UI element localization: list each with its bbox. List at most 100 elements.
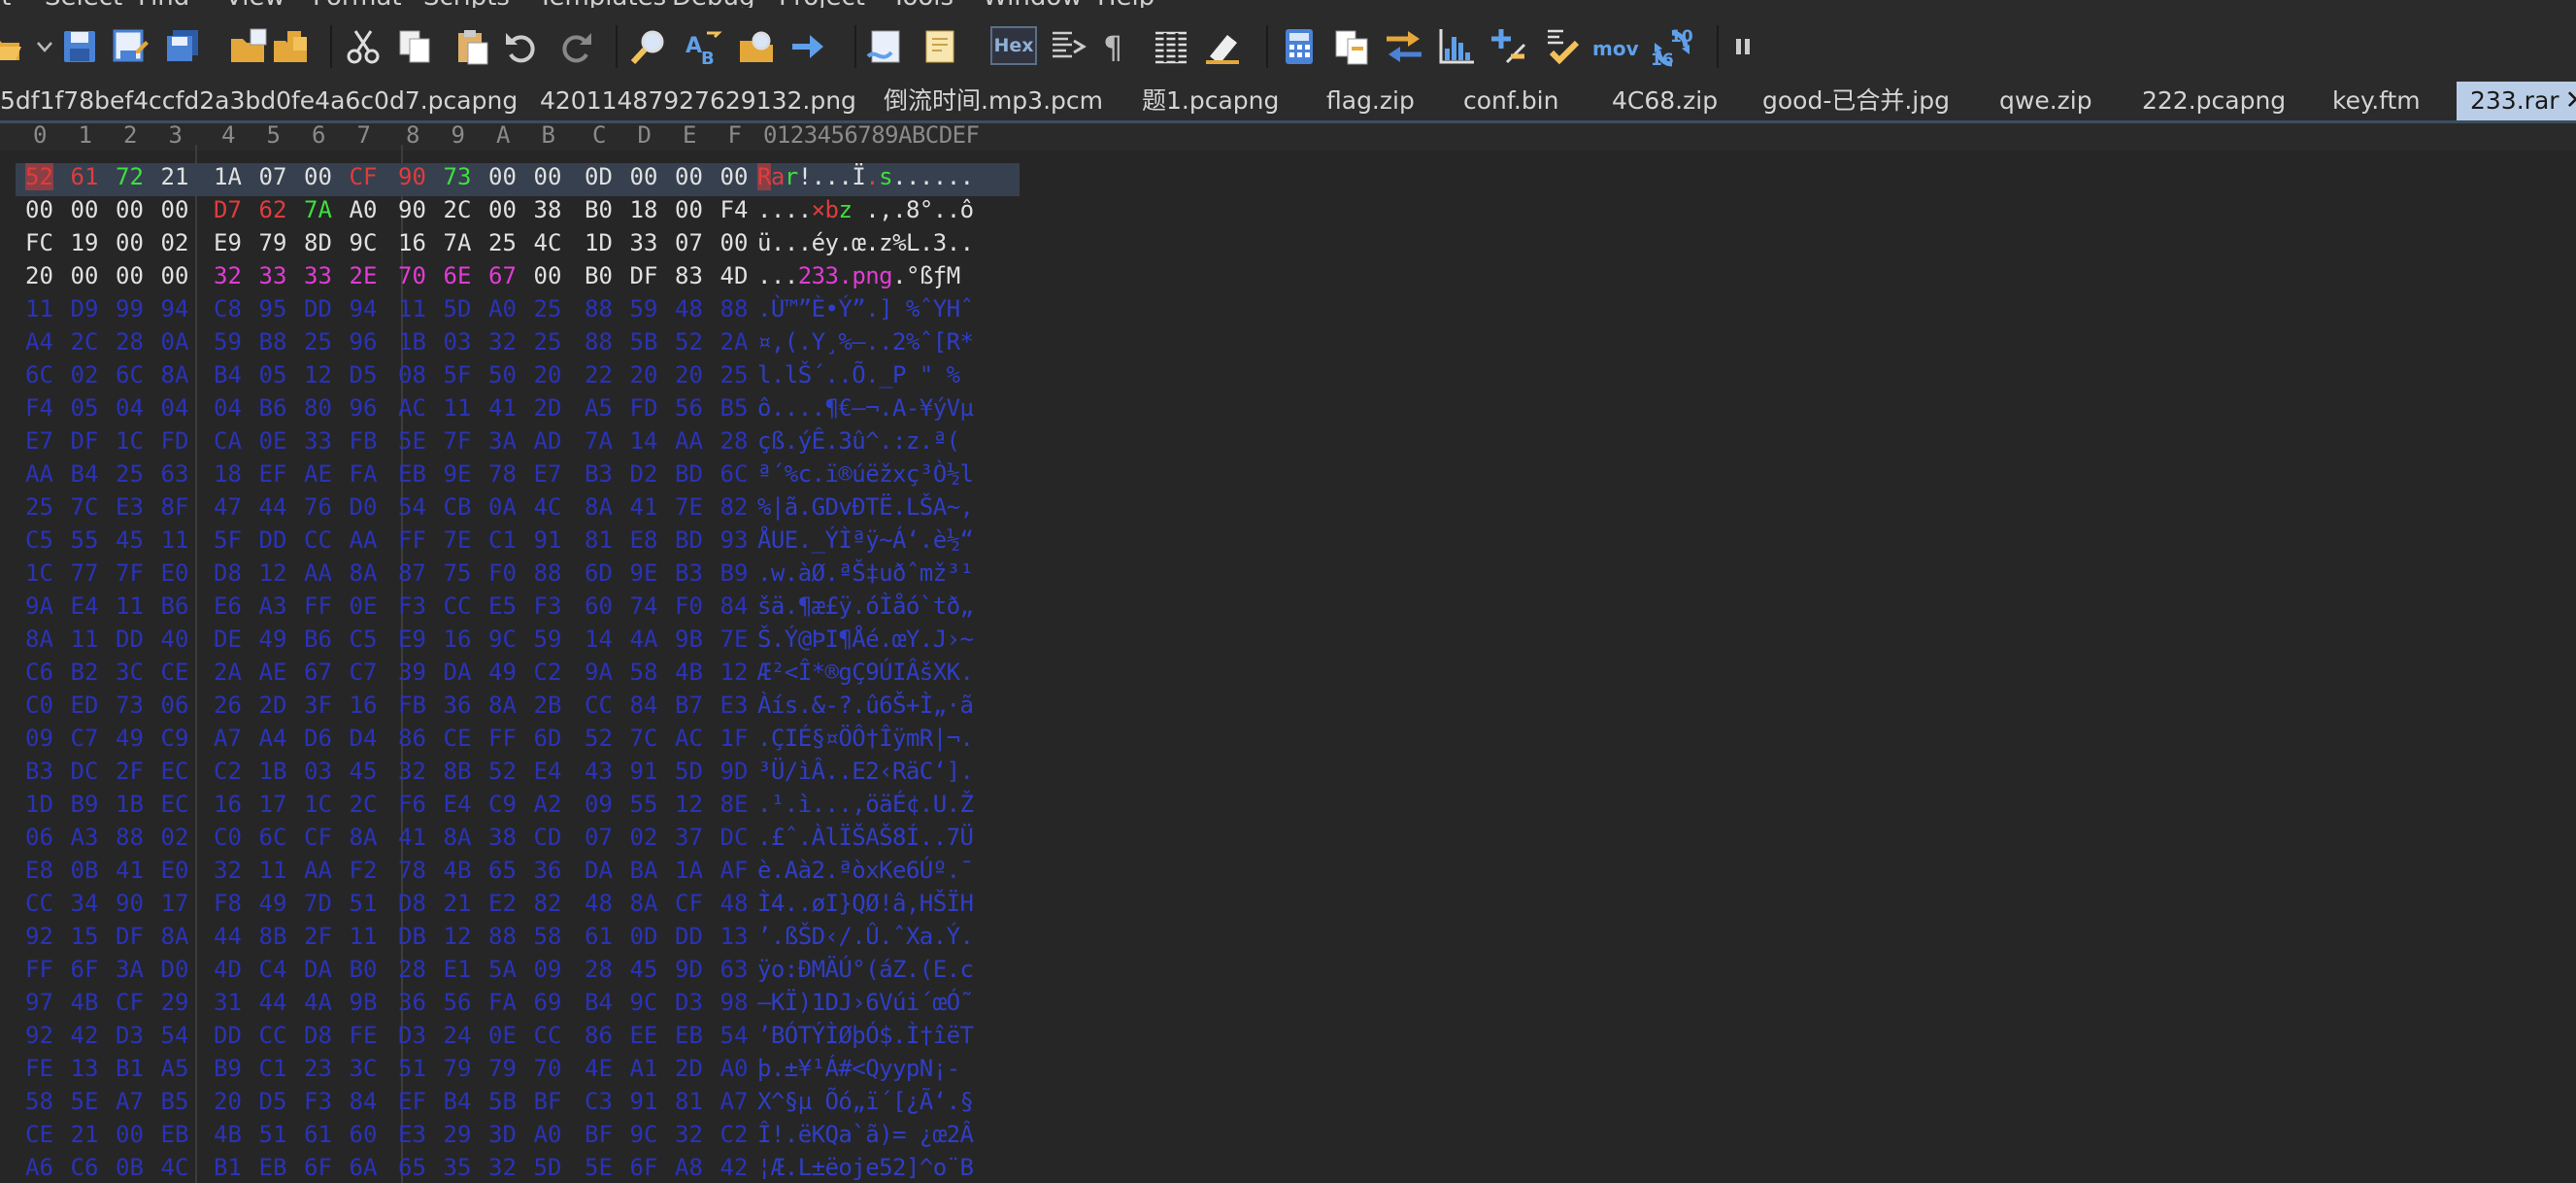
hex-byte[interactable]: 11 (259, 857, 287, 884)
hex-byte[interactable]: 03 (444, 328, 472, 355)
folder-open-icon[interactable] (0, 27, 23, 66)
mov-icon[interactable]: mov (1592, 37, 1639, 60)
ascii-text[interactable]: þ.±¥¹Á#<QyypN¡- (757, 1055, 960, 1082)
hex-byte[interactable]: 90 (398, 196, 426, 223)
hex-byte[interactable]: B9 (720, 559, 749, 587)
swap-icon[interactable] (1385, 27, 1423, 66)
hex-byte[interactable]: 45 (350, 758, 378, 785)
hex-byte[interactable]: C4 (259, 956, 287, 983)
hex-byte[interactable]: 2D (259, 692, 287, 719)
hex-byte[interactable]: 2D (675, 1055, 703, 1082)
hex-byte[interactable]: BF (534, 1088, 562, 1115)
hex-byte[interactable]: 5D (444, 295, 472, 322)
hex-byte[interactable]: A0 (720, 1055, 749, 1082)
hex-byte[interactable]: 37 (675, 824, 703, 851)
hex-byte[interactable]: 26 (214, 692, 242, 719)
hex-byte[interactable]: 20 (630, 361, 658, 389)
hex-byte[interactable]: 52 (585, 725, 613, 752)
hex-byte[interactable]: 18 (630, 196, 658, 223)
hex-byte[interactable]: 81 (585, 526, 613, 554)
ascii-text[interactable]: ô....¶€–¬.A-¥ýVµ (757, 394, 974, 422)
hex-byte[interactable]: CC (304, 526, 332, 554)
hex-byte[interactable]: AC (398, 394, 426, 422)
hex-byte[interactable]: F8 (214, 890, 242, 917)
hex-byte[interactable]: 04 (214, 394, 242, 422)
hex-byte[interactable]: 55 (71, 526, 99, 554)
hex-byte[interactable]: F3 (398, 592, 426, 620)
hex-byte[interactable]: BD (675, 526, 703, 554)
hex-byte[interactable]: 2C (444, 196, 472, 223)
hex-byte[interactable]: 35 (444, 1154, 472, 1181)
ascii-text[interactable]: ...233.png.°ßƒM (757, 262, 960, 289)
hex-byte[interactable]: 2F (116, 758, 144, 785)
ascii-text[interactable]: ÅUE._ÝÌªÿ~Á‘.è½“ (757, 526, 974, 554)
hex-byte[interactable]: C3 (585, 1088, 613, 1115)
hex-byte[interactable]: 5F (444, 361, 472, 389)
hex-byte[interactable]: EF (259, 460, 287, 488)
hex-byte[interactable]: 56 (675, 394, 703, 422)
template-icon[interactable] (920, 27, 959, 66)
hex-byte[interactable]: A3 (259, 592, 287, 620)
hex-byte[interactable]: 5B (630, 328, 658, 355)
hex-byte[interactable]: 21 (161, 163, 189, 190)
hex-byte[interactable]: 49 (488, 659, 517, 686)
hex-byte[interactable]: 75 (444, 559, 472, 587)
hex-byte[interactable]: 33 (304, 427, 332, 455)
hex-byte[interactable]: C2 (214, 758, 242, 785)
hex-byte[interactable]: 61 (71, 163, 99, 190)
hex-byte[interactable]: DA (304, 956, 332, 983)
hex-byte[interactable]: CC (534, 1022, 562, 1049)
hex-byte[interactable]: 32 (488, 328, 517, 355)
hex-byte[interactable]: 18 (214, 460, 242, 488)
hex-byte[interactable]: 72 (116, 163, 144, 190)
hex-byte[interactable]: 00 (304, 163, 332, 190)
ascii-text[interactable]: šä.¶æ£ÿ.óÌåó`tð„ (757, 592, 974, 620)
hex-byte[interactable]: 6A (350, 1154, 378, 1181)
ascii-text[interactable]: Î!.ëKQa`ã)= ¿œ2Â (757, 1121, 974, 1148)
hex-byte[interactable]: 49 (116, 725, 144, 752)
hex-byte[interactable]: 94 (161, 295, 189, 322)
hex-byte[interactable]: 6C (720, 460, 749, 488)
hex-byte[interactable]: 21 (444, 890, 472, 917)
tab-0[interactable]: 5df1f78bef4ccfd2a3bd0fe4a6c0d7.pcapng (0, 82, 518, 120)
hex-byte[interactable]: E5 (488, 592, 517, 620)
hex-byte[interactable]: 82 (534, 890, 562, 917)
hex-byte[interactable]: 00 (116, 196, 144, 223)
hex-byte[interactable]: 07 (259, 163, 287, 190)
hex-byte[interactable]: 33 (630, 229, 658, 256)
hex-byte[interactable]: D3 (398, 1022, 426, 1049)
hex-byte[interactable]: 0E (488, 1022, 517, 1049)
hex-byte[interactable]: C9 (161, 725, 189, 752)
paste-icon[interactable] (452, 27, 491, 66)
hex-byte[interactable]: 82 (720, 493, 749, 521)
hex-byte[interactable]: 8A (25, 625, 53, 653)
hex-byte[interactable]: DA (585, 857, 613, 884)
hex-byte[interactable]: C6 (71, 1154, 99, 1181)
hex-byte[interactable]: D6 (304, 725, 332, 752)
find-icon[interactable] (629, 27, 668, 66)
hex-byte[interactable]: D5 (350, 361, 378, 389)
ascii-text[interactable]: .¹.ì...,öäÉ¢.U.Ž (757, 791, 974, 818)
ascii-text[interactable]: ª´%c.ï®úëžxç³Ò½l (757, 460, 974, 488)
hex-byte[interactable]: 03 (304, 758, 332, 785)
hex-byte[interactable]: 5B (488, 1088, 517, 1115)
hex-byte[interactable]: 59 (214, 328, 242, 355)
hex-byte[interactable]: 20 (214, 1088, 242, 1115)
hex-byte[interactable]: A0 (488, 295, 517, 322)
hex-byte[interactable]: 44 (214, 923, 242, 950)
hex-byte[interactable]: 63 (161, 460, 189, 488)
hex-byte[interactable]: FF (488, 725, 517, 752)
hex-byte[interactable]: 8A (161, 923, 189, 950)
new-folder-icon[interactable] (229, 27, 268, 66)
ascii-text[interactable]: X^§µ Õó„ï´[¿Ã‘.§ (757, 1088, 974, 1115)
hex-byte[interactable]: 06 (25, 824, 53, 851)
hex-byte[interactable]: 2F (304, 923, 332, 950)
hex-byte[interactable]: 5E (398, 427, 426, 455)
hex-byte[interactable]: 12 (720, 659, 749, 686)
hex-byte[interactable]: A5 (585, 394, 613, 422)
ascii-text[interactable]: ....×bz .,.8°..ô (757, 196, 974, 223)
hex-byte[interactable]: 33 (304, 262, 332, 289)
hex-byte[interactable]: 7D (304, 890, 332, 917)
hex-byte[interactable]: 59 (630, 295, 658, 322)
hex-byte[interactable]: 00 (116, 1121, 144, 1148)
